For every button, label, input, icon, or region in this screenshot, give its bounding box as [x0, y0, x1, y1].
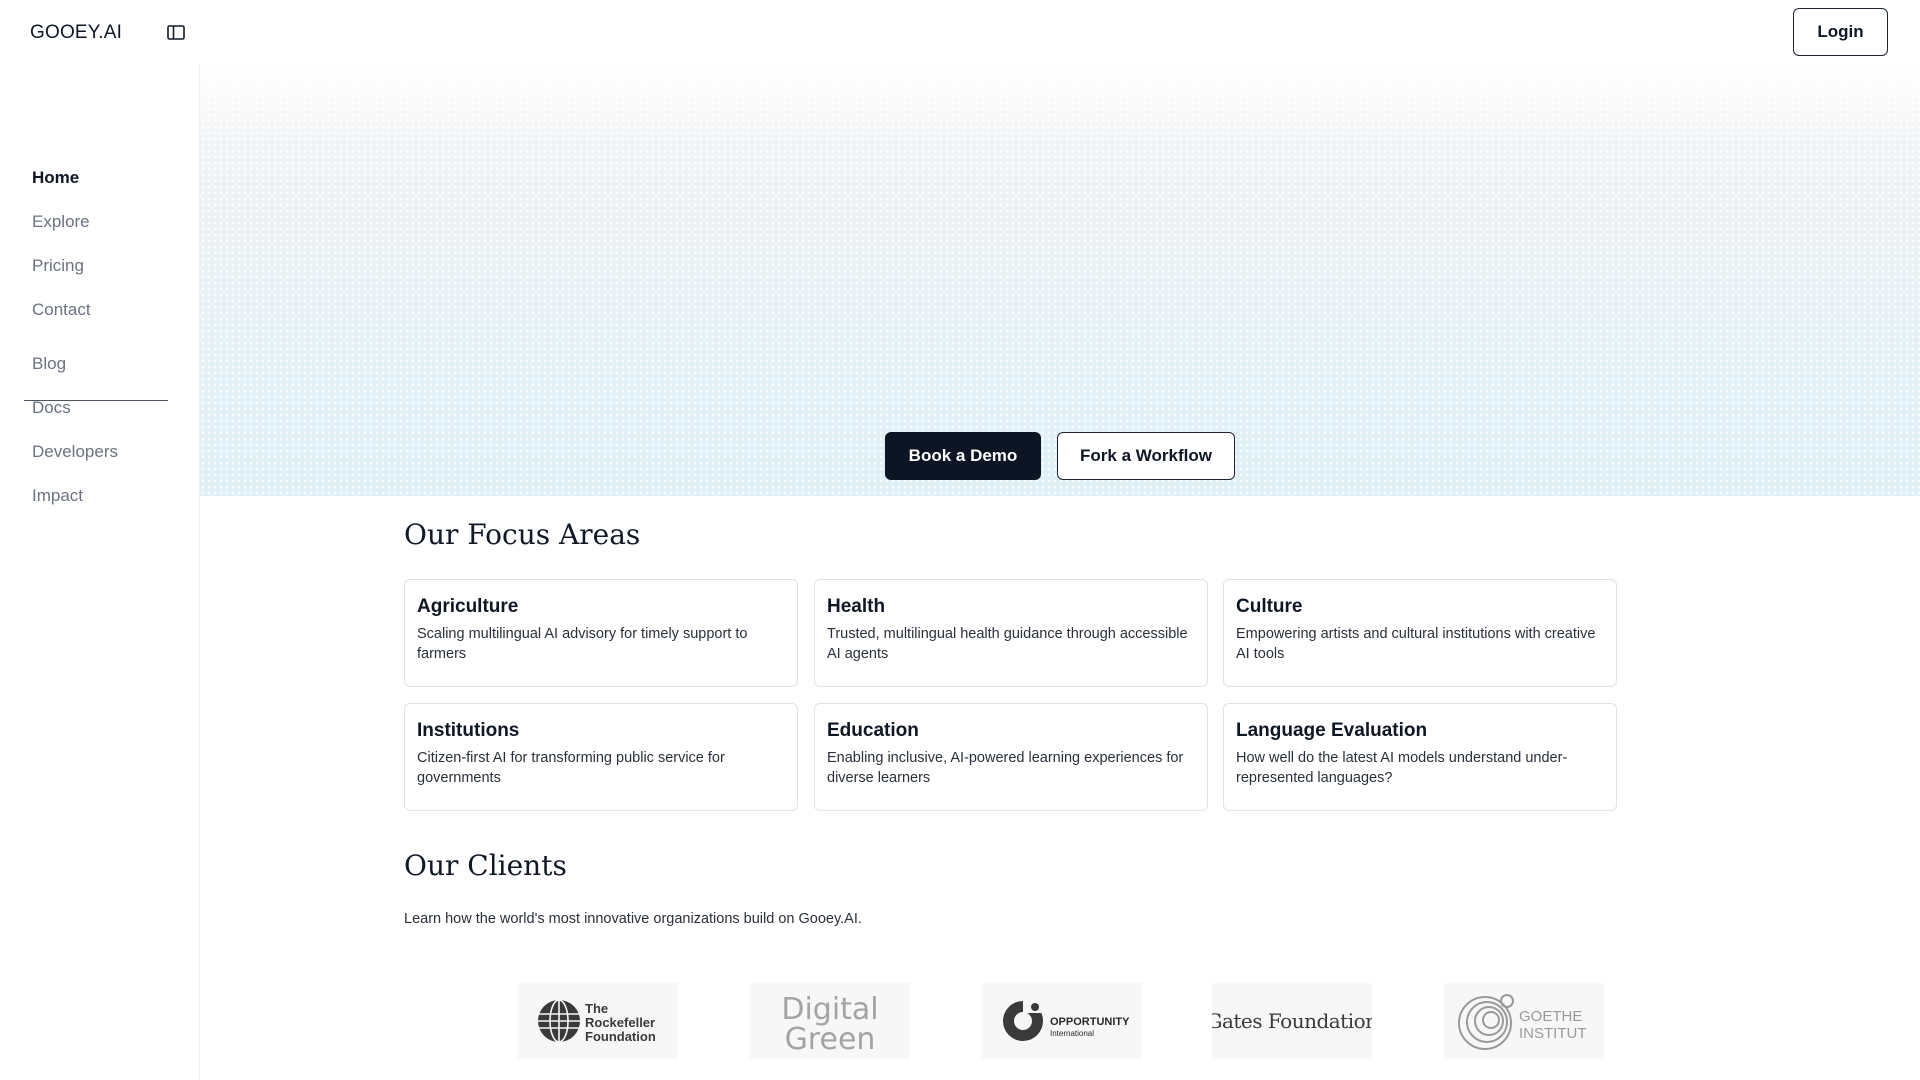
clients-title: Our Clients — [404, 849, 567, 882]
svg-text:INSTITUT: INSTITUT — [1519, 1025, 1587, 1042]
focus-card-agriculture[interactable]: Agriculture Scaling multilingual AI advi… — [404, 579, 798, 687]
card-description: Citizen-first AI for transforming public… — [417, 750, 725, 786]
card-description: Trusted, multilingual health guidance th… — [827, 626, 1188, 662]
login-button[interactable]: Login — [1793, 8, 1888, 56]
client-logo-rockefeller[interactable]: The Rockefeller Foundation — [518, 983, 678, 1059]
card-description: Enabling inclusive, AI-powered learning … — [827, 750, 1184, 786]
sidebar-item-explore[interactable]: Explore — [32, 212, 90, 232]
svg-text:Rockefeller: Rockefeller — [585, 1015, 655, 1030]
svg-text:GOETHE: GOETHE — [1519, 1008, 1582, 1025]
svg-text:The: The — [585, 1001, 608, 1016]
card-description: Empowering artists and cultural institut… — [1236, 626, 1596, 662]
hero-banner — [200, 64, 1920, 496]
svg-text:Foundation: Foundation — [585, 1029, 656, 1044]
top-bar: GOOEY.AI Login — [0, 0, 1920, 64]
card-title: Language Evaluation — [1236, 720, 1428, 741]
focus-card-institutions[interactable]: Institutions Citizen-first AI for transf… — [404, 703, 798, 811]
hero-fade — [200, 64, 1920, 144]
sidebar-item-docs[interactable]: Docs — [32, 398, 71, 418]
focus-card-education[interactable]: Education Enabling inclusive, AI-powered… — [814, 703, 1208, 811]
book-demo-button[interactable]: Book a Demo — [885, 432, 1041, 480]
svg-text:OPPORTUNITY: OPPORTUNITY — [1050, 1016, 1130, 1028]
sidebar-item-impact[interactable]: Impact — [32, 486, 83, 506]
client-logo-opportunity[interactable]: OPPORTUNITY International — [982, 983, 1142, 1059]
sidebar-item-blog[interactable]: Blog — [32, 354, 66, 374]
sidebar-item-pricing[interactable]: Pricing — [32, 256, 84, 276]
focus-card-language-evaluation[interactable]: Language Evaluation How well do the late… — [1223, 703, 1617, 811]
focus-card-health[interactable]: Health Trusted, multilingual health guid… — [814, 579, 1208, 687]
card-description: How well do the latest AI models underst… — [1236, 750, 1568, 786]
card-title: Culture — [1236, 596, 1303, 617]
card-title: Health — [827, 596, 886, 617]
sidebar-item-contact[interactable]: Contact — [32, 300, 91, 320]
client-logo-digital-green[interactable]: Digital Green — [750, 983, 910, 1059]
fork-workflow-button[interactable]: Fork a Workflow — [1057, 432, 1235, 480]
card-title: Agriculture — [417, 596, 519, 617]
svg-text:International: International — [1050, 1029, 1094, 1038]
card-title: Education — [827, 720, 919, 741]
sidebar-item-developers[interactable]: Developers — [32, 442, 118, 462]
sidebar-item-home[interactable]: Home — [32, 168, 79, 188]
card-description: Scaling multilingual AI advisory for tim… — [417, 626, 748, 662]
brand-logo[interactable]: GOOEY.AI — [30, 22, 122, 44]
focus-areas-title: Our Focus Areas — [404, 518, 641, 551]
clients-subtitle: Learn how the world's most innovative or… — [404, 911, 862, 927]
client-logo-goethe-institut[interactable]: GOETHE INSTITUT — [1444, 983, 1604, 1059]
client-logo-gates-foundation[interactable]: Gates Foundation — [1212, 983, 1372, 1059]
sidebar: Home Explore Pricing Contact Blog Docs D… — [0, 64, 200, 1080]
sidebar-toggle-icon[interactable] — [166, 24, 188, 42]
card-title: Institutions — [417, 720, 520, 741]
focus-card-culture[interactable]: Culture Empowering artists and cultural … — [1223, 579, 1617, 687]
svg-text:Green: Green — [785, 1022, 876, 1053]
svg-text:Gates Foundation: Gates Foundation — [1212, 1009, 1372, 1033]
